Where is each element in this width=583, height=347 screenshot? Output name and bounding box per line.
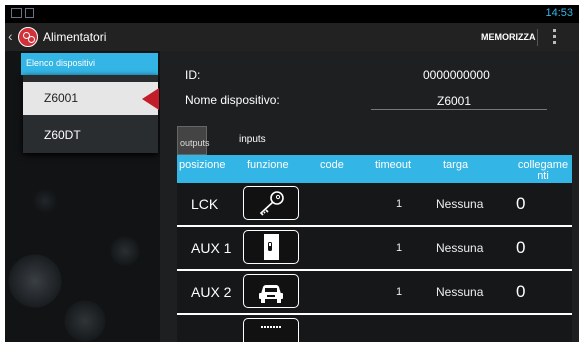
row-targa: Nessuna: [436, 197, 484, 211]
app-title: Alimentatori: [43, 30, 107, 44]
table-row[interactable]: [177, 315, 572, 342]
image-notification-icon: [11, 8, 22, 18]
car-icon[interactable]: [243, 274, 299, 308]
column-header-targa: targa: [443, 159, 469, 171]
clock: 14:53: [545, 7, 573, 19]
id-label: ID:: [185, 68, 201, 82]
device-name-field[interactable]: Z6001: [437, 94, 471, 108]
row-timeout: 1: [396, 286, 403, 298]
column-header-timeout: timeout: [375, 159, 412, 171]
save-button[interactable]: MEMORIZZA: [481, 32, 536, 42]
device-item-label: Z6001: [44, 91, 79, 105]
row-timeout: 1: [396, 198, 403, 210]
partial-function-icon[interactable]: [243, 318, 299, 342]
device-item-z6001[interactable]: Z6001: [23, 82, 159, 115]
row-posizione: AUX 1: [191, 240, 232, 256]
device-list: Z6001 Z60DT: [23, 75, 159, 153]
action-divider: [537, 29, 538, 46]
tab-outputs[interactable]: outputs: [177, 126, 210, 155]
table-row[interactable]: AUX 1 1 Nessuna 0: [177, 227, 572, 269]
row-posizione: AUX 2: [191, 284, 232, 300]
row-timeout: 1: [396, 242, 403, 254]
device-list-title: Elenco dispositivi: [26, 58, 96, 68]
app-screen: 14:53 ‹ Alimentatori MEMORIZZA Elenco di…: [5, 5, 579, 342]
column-header-posizione: posizione: [179, 159, 226, 171]
column-header-funzione: funzione: [247, 159, 289, 171]
table-row[interactable]: LCK 1 Nessuna 0: [177, 183, 572, 225]
device-list-header: Elenco dispositivi: [21, 53, 158, 75]
table-header: posizione funzione code timeout targa co…: [177, 155, 572, 183]
tab-outputs-label: outputs: [180, 138, 210, 148]
storage-notification-icon: [25, 8, 34, 18]
key-icon[interactable]: [243, 186, 299, 220]
column-header-code: code: [320, 159, 344, 171]
device-item-z60dt[interactable]: Z60DT: [23, 119, 158, 152]
row-collegamenti: 0: [516, 238, 526, 257]
device-item-label: Z60DT: [44, 128, 81, 142]
row-targa: Nessuna: [436, 285, 484, 299]
row-targa: Nessuna: [436, 241, 484, 255]
row-collegamenti: 0: [516, 194, 526, 213]
outputs-table: LCK 1 Nessuna 0 AUX 1 1 Nessuna 0 AUX 2 …: [177, 183, 572, 342]
table-row[interactable]: AUX 2 1 Nessuna 0: [177, 271, 572, 313]
id-value: 0000000000: [423, 68, 490, 82]
screen-frame: 14:53 ‹ Alimentatori MEMORIZZA Elenco di…: [0, 0, 583, 347]
door-icon[interactable]: [243, 230, 299, 264]
action-bar: ‹ Alimentatori MEMORIZZA: [5, 23, 579, 52]
column-header-collegamenti: collegame nti: [517, 159, 569, 182]
row-collegamenti: 0: [516, 282, 526, 301]
device-list-panel: Elenco dispositivi Z6001 Z60DT: [5, 51, 160, 342]
device-detail-panel: ID: 0000000000 Nome dispositivo: Z6001 o…: [160, 51, 579, 342]
tab-inputs-label: inputs: [239, 134, 266, 145]
overflow-menu-icon[interactable]: [553, 29, 557, 47]
device-name-underline: [371, 109, 547, 110]
row-posizione: LCK: [191, 196, 219, 212]
back-chevron-icon[interactable]: ‹: [8, 29, 13, 43]
status-bar: 14:53: [5, 5, 579, 23]
app-logo-icon[interactable]: [18, 27, 38, 47]
device-name-label: Nome dispositivo:: [185, 93, 280, 107]
selected-arrow-icon: [142, 88, 159, 110]
